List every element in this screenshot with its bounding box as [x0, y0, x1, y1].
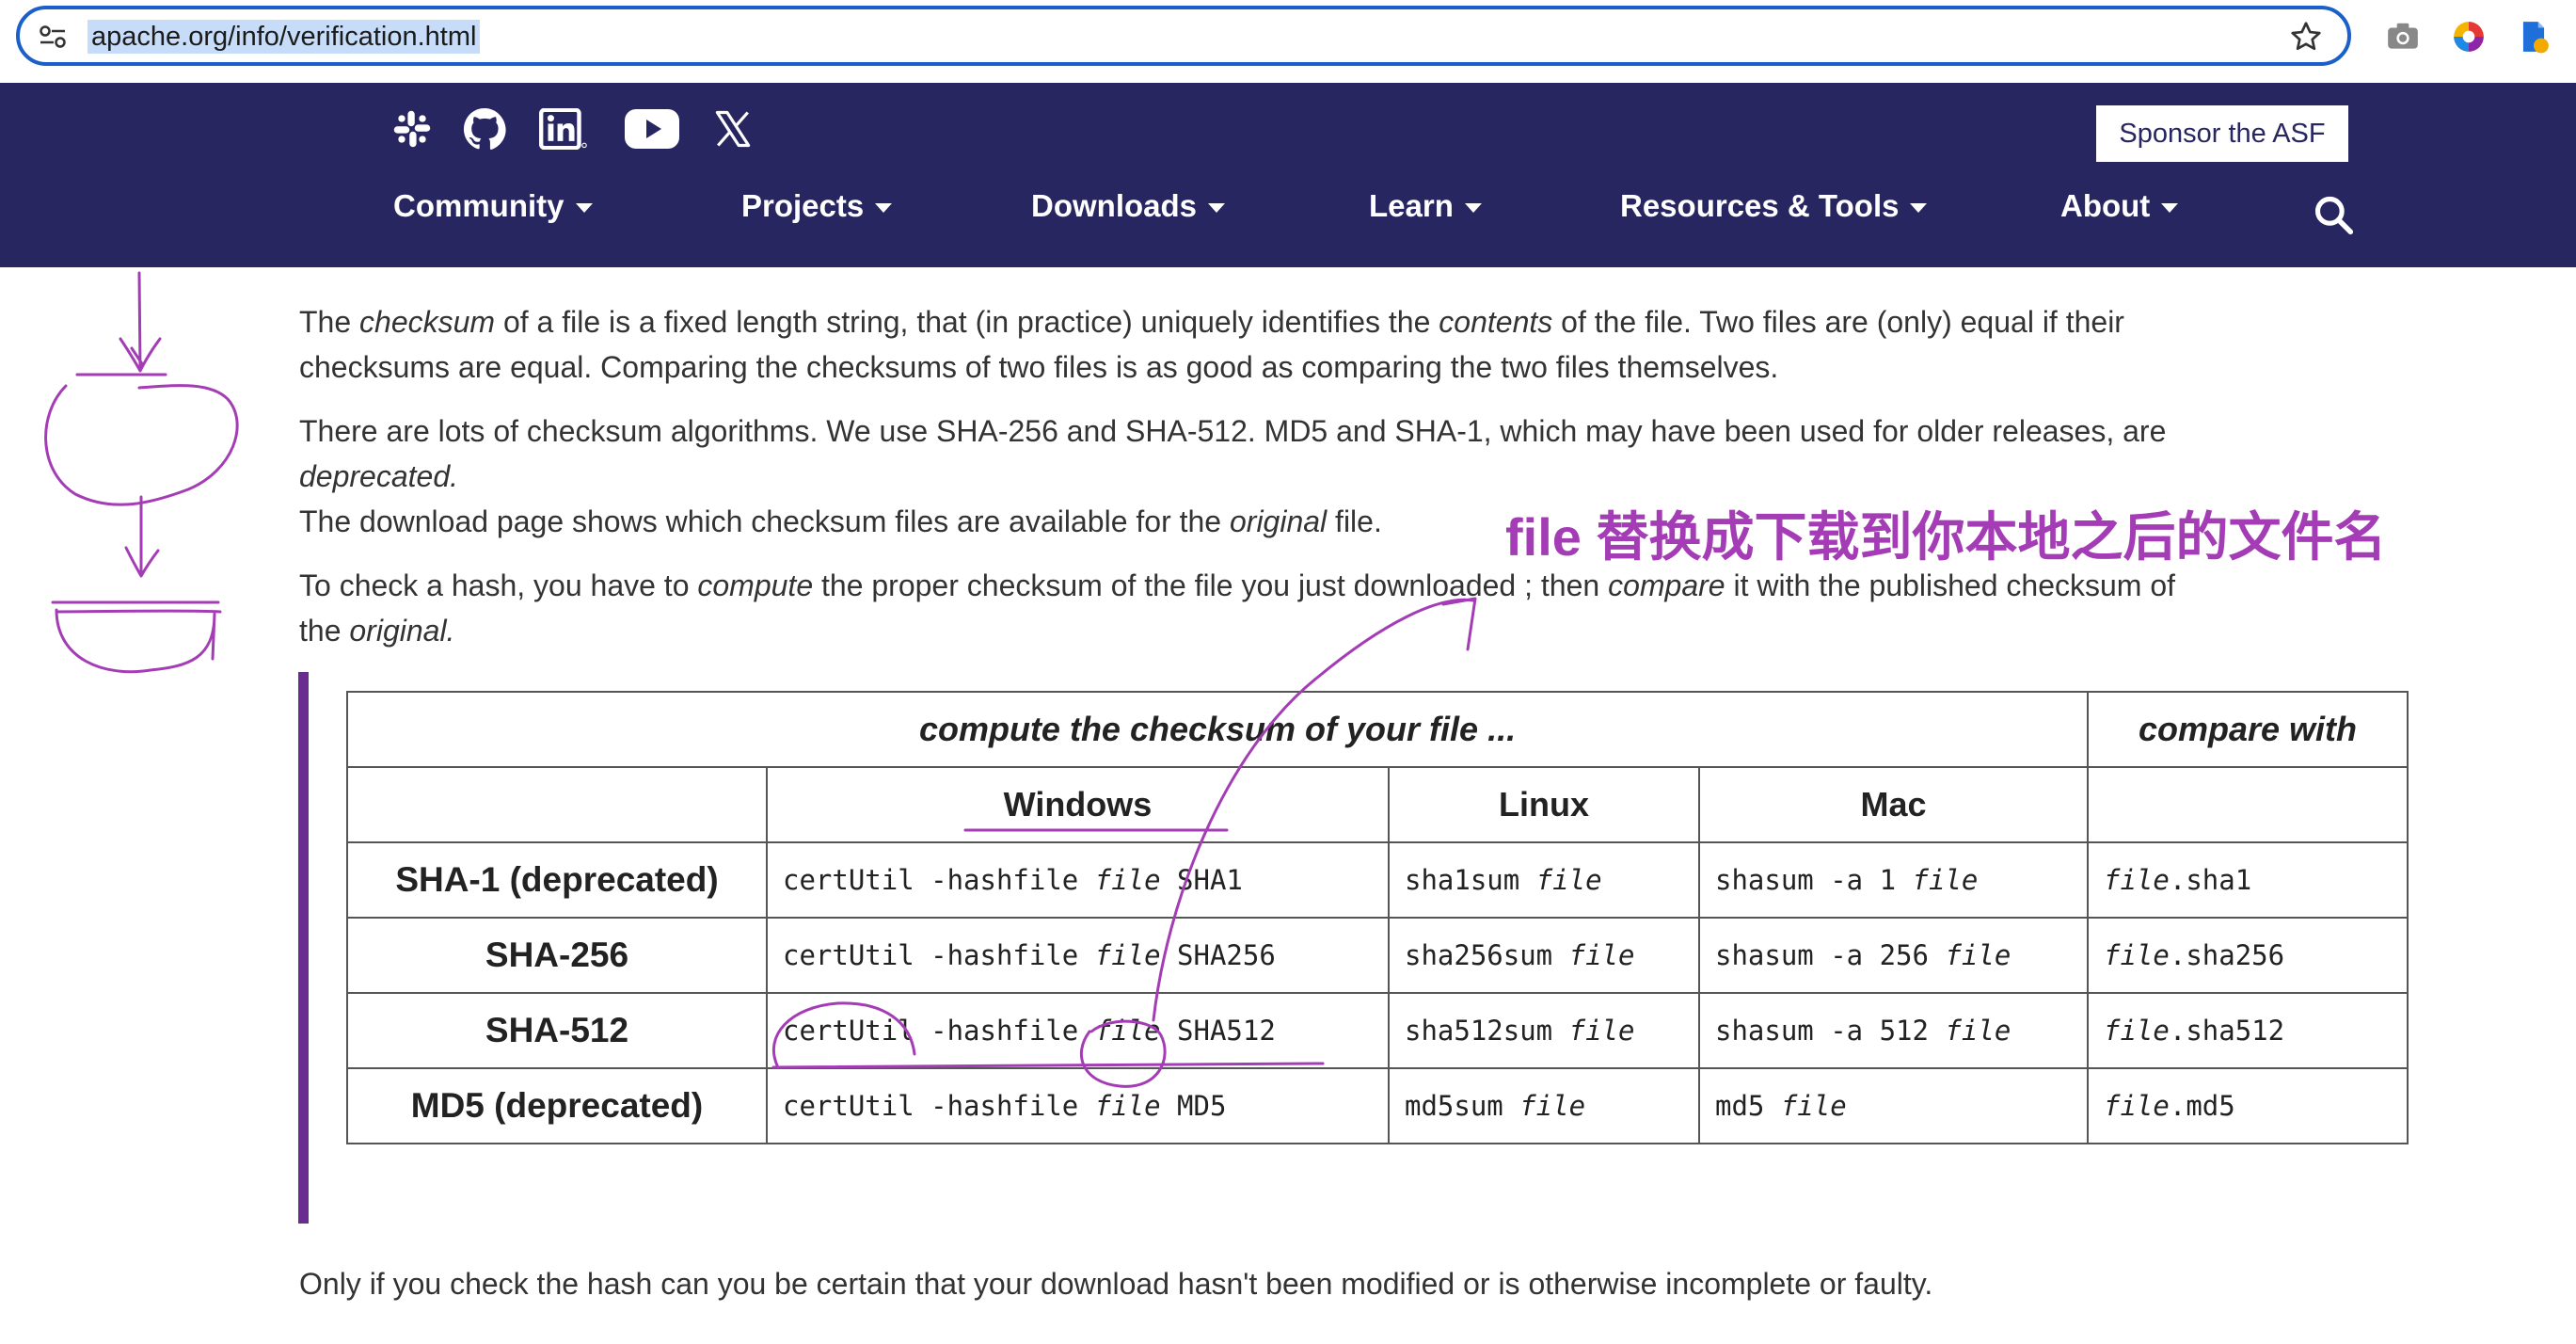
- paragraph-download-page: The download page shows which checksum f…: [299, 504, 1382, 538]
- site-settings-icon[interactable]: [39, 24, 67, 50]
- table-empty-header: [2087, 766, 2409, 843]
- site-header: Sponsor the ASF Community Projects Downl…: [0, 83, 2576, 267]
- nav-learn[interactable]: Learn: [1369, 184, 1482, 228]
- caret-down-icon: [1464, 203, 1482, 214]
- caret-down-icon: [575, 203, 593, 214]
- caret-down-icon: [2161, 203, 2179, 214]
- table-header-linux: Linux: [1388, 766, 1700, 843]
- row-label: MD5 (deprecated): [346, 1067, 768, 1144]
- color-picker-icon[interactable]: [2451, 19, 2487, 55]
- mac-command: shasum -a 1 file: [1697, 841, 2090, 919]
- handwritten-annotation: file 替换成下载到你本地之后的文件名: [1505, 507, 2387, 567]
- caret-down-icon: [1208, 203, 1226, 214]
- search-icon[interactable]: [2313, 194, 2354, 235]
- linux-command: sha256sum file: [1388, 917, 1700, 994]
- table-row: MD5 (deprecated) certUtil -hashfile file…: [346, 1067, 2409, 1144]
- youtube-icon[interactable]: [623, 104, 681, 154]
- linux-command: md5sum file: [1388, 1067, 1700, 1144]
- paragraph-conclusion: Only if you check the hash can you be ce…: [299, 1267, 1933, 1301]
- nav-label: Resources & Tools: [1620, 188, 1900, 223]
- table-header-windows: Windows: [766, 766, 1390, 843]
- linux-command: sha1sum file: [1388, 841, 1700, 919]
- table-header-mac: Mac: [1697, 766, 2090, 843]
- paragraph-algorithms-cont: deprecated.: [299, 459, 459, 493]
- table-header-compute: compute the checksum of your file ...: [345, 691, 2090, 768]
- paragraph-algorithms: There are lots of checksum algorithms. W…: [299, 414, 2167, 448]
- x-icon[interactable]: [711, 104, 755, 154]
- ink-down-arrow-bottom: [124, 495, 160, 578]
- camera-icon[interactable]: [2385, 19, 2421, 55]
- nav-label: Downloads: [1031, 188, 1198, 223]
- table-row: SHA-512 certUtil -hashfile file SHA512 s…: [346, 992, 2409, 1069]
- paragraph-checksum-definition-cont: checksums are equal. Comparing the check…: [299, 350, 1779, 384]
- slack-icon[interactable]: [390, 104, 435, 154]
- caret-down-icon: [875, 203, 893, 214]
- sponsor-button[interactable]: Sponsor the ASF: [2096, 105, 2348, 162]
- nav-label: Learn: [1369, 188, 1454, 223]
- nav-resources-tools[interactable]: Resources & Tools: [1620, 184, 1928, 228]
- nav-projects[interactable]: Projects: [741, 184, 893, 228]
- url-text[interactable]: apache.org/info/verification.html: [87, 20, 481, 54]
- linux-command: sha512sum file: [1388, 992, 1700, 1069]
- nav-about[interactable]: About: [2060, 184, 2179, 228]
- table-row: SHA-256 certUtil -hashfile file SHA256 s…: [346, 917, 2409, 994]
- compare-file: file.sha256: [2087, 917, 2409, 994]
- nav-community[interactable]: Community: [393, 184, 593, 228]
- paragraph-check-hash-cont: the original.: [299, 614, 455, 648]
- linkedin-icon[interactable]: [538, 104, 589, 154]
- ink-bowl: [51, 600, 222, 674]
- compare-file: file.sha512: [2087, 992, 2409, 1069]
- row-label: SHA-256: [346, 917, 768, 994]
- compare-file: file.md5: [2087, 1067, 2409, 1144]
- mac-command: shasum -a 256 file: [1697, 917, 2090, 994]
- nav-label: Community: [393, 188, 564, 223]
- row-label: SHA-512: [346, 992, 768, 1069]
- address-bar[interactable]: apache.org/info/verification.html: [16, 6, 2351, 66]
- mac-command: md5 file: [1697, 1067, 2090, 1144]
- github-icon[interactable]: [461, 104, 508, 154]
- windows-command: certUtil -hashfile file SHA512: [766, 992, 1390, 1069]
- windows-command: certUtil -hashfile file SHA256: [766, 917, 1390, 994]
- ink-down-arrow-top: [119, 271, 162, 373]
- table-header-compare: compare with: [2087, 691, 2409, 768]
- bookmark-star-icon[interactable]: [2289, 20, 2323, 54]
- paragraph-check-hash: To check a hash, you have to compute the…: [299, 568, 2176, 602]
- row-label: SHA-1 (deprecated): [346, 841, 768, 919]
- checksum-table: compute the checksum of your file ... co…: [345, 691, 2409, 1144]
- blockquote-bar: [298, 672, 309, 1224]
- windows-command: certUtil -hashfile file SHA1: [766, 841, 1390, 919]
- nav-label: Projects: [741, 188, 865, 223]
- nav-label: About: [2060, 188, 2151, 223]
- bookmark-extension-icon[interactable]: [2516, 19, 2552, 55]
- browser-toolbar: apache.org/info/verification.html: [0, 0, 2576, 83]
- table-corner-cell: [346, 766, 768, 843]
- ink-oval: [44, 373, 239, 506]
- caret-down-icon: [1910, 203, 1928, 214]
- compare-file: file.sha1: [2087, 841, 2409, 919]
- paragraph-checksum-definition: The checksum of a file is a fixed length…: [299, 305, 2124, 339]
- mac-command: shasum -a 512 file: [1697, 992, 2090, 1069]
- windows-command: certUtil -hashfile file MD5: [766, 1067, 1390, 1144]
- table-row: SHA-1 (deprecated) certUtil -hashfile fi…: [346, 841, 2409, 919]
- nav-downloads[interactable]: Downloads: [1031, 184, 1226, 228]
